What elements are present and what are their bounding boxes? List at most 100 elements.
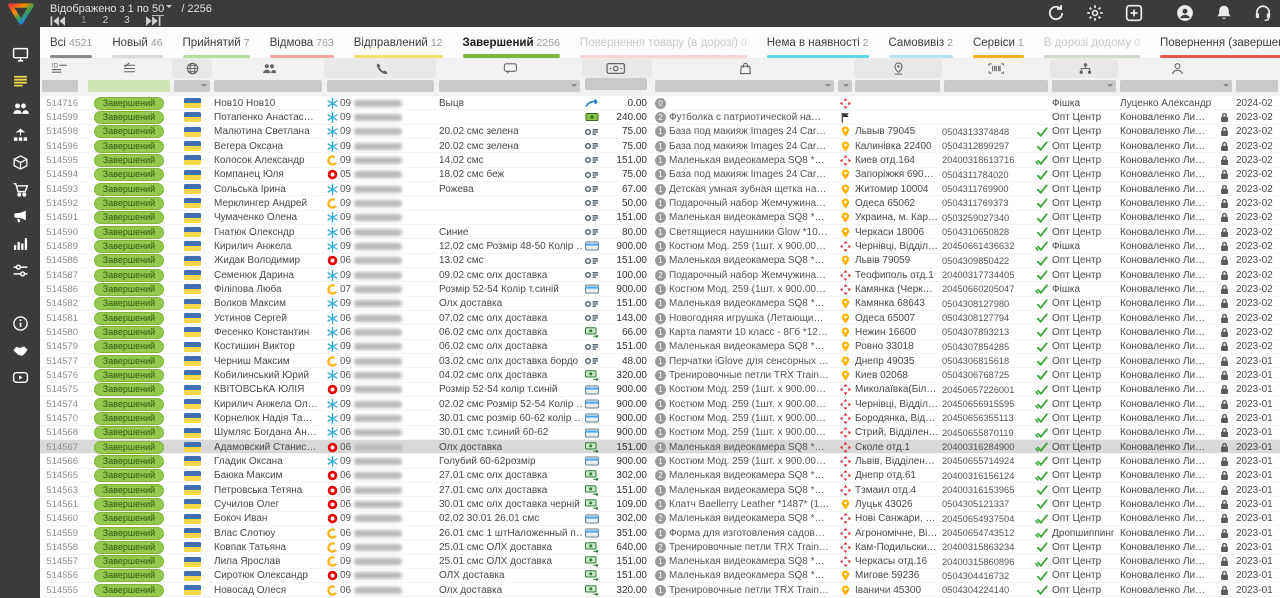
order-row[interactable]: 514580ЗавершенийФесенко Константин0606.0…: [40, 325, 1280, 339]
order-row[interactable]: 514594ЗавершенийКомпанец Юля0518.02 смс …: [40, 168, 1280, 182]
column-header-payment[interactable]: [582, 59, 652, 78]
filter-input-payment[interactable]: [585, 78, 647, 90]
order-row[interactable]: 514599ЗавершенийПотапенко Анастас…09240.…: [40, 110, 1280, 124]
filter-input-id[interactable]: [42, 80, 78, 92]
tab-сервіси[interactable]: Сервіси1: [963, 27, 1034, 58]
order-row[interactable]: 514579ЗавершенийКостишин Виктор0906.02 с…: [40, 340, 1280, 354]
filter-input-status[interactable]: [88, 80, 170, 92]
order-row[interactable]: 514716ЗавершенийНов10 Нов1009Выцв0.000Фі…: [40, 96, 1280, 110]
column-header-products[interactable]: [652, 59, 836, 78]
user-profile-icon[interactable]: [1176, 4, 1194, 22]
page-number-1[interactable]: 1: [81, 15, 87, 26]
order-row[interactable]: 514591ЗавершенийЧумаченко Олена09151.001…: [40, 211, 1280, 225]
app-logo-icon[interactable]: [6, 2, 36, 25]
order-row[interactable]: 514568ЗавершенийШумляс Богдана Ан…0630.0…: [40, 426, 1280, 440]
sidebar-item-orders-list[interactable]: [0, 68, 40, 95]
order-row[interactable]: 514592ЗавершенийМерклингер Андрей0950.00…: [40, 196, 1280, 210]
tab-прийнятий[interactable]: Прийнятий7: [173, 27, 260, 58]
order-row[interactable]: 514561ЗавершенийСучилов Олег0630.01 смс …: [40, 497, 1280, 511]
sidebar-item-cart[interactable]: [0, 176, 40, 203]
order-row[interactable]: 514559ЗавершенийВлас Слотюу0626.01 смс 1…: [40, 526, 1280, 540]
sidebar-item-statistics[interactable]: [0, 230, 40, 257]
tab-всі[interactable]: Всі4521: [40, 27, 102, 58]
column-header-status[interactable]: [86, 59, 172, 78]
tab-відмова[interactable]: Відмова763: [260, 27, 344, 58]
page-number-3[interactable]: 3: [124, 15, 130, 26]
sidebar-item-marketing[interactable]: [0, 203, 40, 230]
filter-input-phone[interactable]: [327, 80, 434, 92]
order-row[interactable]: 514574ЗавершенийКирилич Анжела Ол…0902.0…: [40, 397, 1280, 411]
sidebar-item-partners[interactable]: [0, 337, 40, 364]
column-header-source[interactable]: [1050, 59, 1118, 78]
page-number-2[interactable]: 2: [103, 15, 109, 26]
order-row[interactable]: 514581ЗавершенийУстинов Сергей0607.02 см…: [40, 311, 1280, 325]
support-headset-icon[interactable]: [1254, 4, 1272, 22]
add-order-icon[interactable]: [1125, 4, 1143, 22]
sidebar-item-video-tutorials[interactable]: [0, 364, 40, 391]
sidebar-item-customers[interactable]: [0, 95, 40, 122]
order-row[interactable]: 514577ЗавершенийЧерниш Максим0903.02 смс…: [40, 354, 1280, 368]
column-header-customer[interactable]: [212, 59, 324, 78]
filter-input-customer[interactable]: [214, 80, 322, 92]
filter-input-products[interactable]: [655, 80, 834, 92]
column-header-date[interactable]: [1234, 59, 1280, 78]
order-row[interactable]: 514565ЗавершенийБаюка Максим0627.01 смс …: [40, 469, 1280, 483]
tab-повернення-товару-в-дорозі-[interactable]: Повернення товару (в дорозі)0: [570, 27, 757, 58]
filter-input-source[interactable]: [1052, 80, 1116, 92]
order-row[interactable]: 514576ЗавершенийКобилинський Юрий0604.02…: [40, 368, 1280, 382]
order-row[interactable]: 514557ЗавершенийЛила Ярослав0925.01 смс …: [40, 555, 1280, 569]
tab-в-дорозі-додому[interactable]: В дорозі додому0: [1034, 27, 1150, 58]
order-row[interactable]: 514560ЗавершенийБокоч Иван0902.02 30.01 …: [40, 512, 1280, 526]
notifications-bell-icon[interactable]: [1215, 4, 1233, 22]
tab-відправлений[interactable]: Відправлений12: [344, 27, 453, 58]
tab-завершений[interactable]: Завершений2256: [453, 27, 570, 58]
filter-input-manager[interactable]: [1120, 80, 1232, 92]
column-header-phone[interactable]: [324, 59, 436, 78]
order-row[interactable]: 514570ЗавершенийКорнелюк Надія Та…0930.0…: [40, 411, 1280, 425]
order-row[interactable]: 514566ЗавершенийГладик Оксана09Голубий 6…: [40, 454, 1280, 468]
column-header-delivery[interactable]: [836, 59, 854, 78]
column-header-comment[interactable]: [436, 59, 582, 78]
tab-нема-в-наявності[interactable]: Нема в наявності2: [757, 27, 879, 58]
last-page-button[interactable]: [146, 16, 161, 26]
order-row[interactable]: 514558ЗавершенийКовпак Татьяна0925.01 см…: [40, 540, 1280, 554]
sidebar-item-monitor[interactable]: [0, 41, 40, 68]
refresh-icon[interactable]: [1047, 4, 1065, 22]
order-row[interactable]: 514567ЗавершенийАдамовский Станис…06Олх …: [40, 440, 1280, 454]
tab-новый[interactable]: Новый46: [102, 27, 172, 58]
column-header-region[interactable]: [172, 59, 212, 78]
order-row[interactable]: 514588ЗавершенийЖидак Володимир0613.02 с…: [40, 254, 1280, 268]
filter-input-date[interactable]: [1236, 80, 1278, 92]
order-row[interactable]: 514596ЗавершенийВегера Оксана0920.02 смс…: [40, 139, 1280, 153]
order-row[interactable]: 514595ЗавершенийКолосок Александр0914.02…: [40, 153, 1280, 167]
order-row[interactable]: 514556ЗавершенийСиротюк Олександр09ОЛХ д…: [40, 569, 1280, 583]
order-row[interactable]: 514587ЗавершенийСеменюк Дарина0909.02 см…: [40, 268, 1280, 282]
order-row[interactable]: 514586ЗавершенийФіліпова Люба07Розмір 52…: [40, 282, 1280, 296]
sidebar-item-structure[interactable]: [0, 122, 40, 149]
order-row[interactable]: 514590ЗавершенийГнатюк Олексндр06Синие80…: [40, 225, 1280, 239]
column-header-id[interactable]: ID: [40, 59, 86, 78]
order-row[interactable]: 514563ЗавершенийПетровська Тетяна0627.01…: [40, 483, 1280, 497]
column-header-address[interactable]: [854, 59, 942, 78]
order-row[interactable]: 514582ЗавершенийВолков Максим09Олх доста…: [40, 297, 1280, 311]
filter-input-region[interactable]: [174, 80, 210, 92]
settings-gear-icon[interactable]: [1086, 4, 1104, 22]
tab-самовивіз[interactable]: Самовивіз2: [879, 27, 963, 58]
first-page-button[interactable]: [50, 16, 65, 26]
sidebar-item-info[interactable]: [0, 310, 40, 337]
filter-input-comment[interactable]: [439, 80, 580, 92]
sidebar-item-products[interactable]: [0, 149, 40, 176]
filter-input-address[interactable]: [855, 80, 940, 92]
order-row[interactable]: 514598ЗавершенийМалютина Светлана0920.02…: [40, 125, 1280, 139]
order-row[interactable]: 514555ЗавершенийНовосад Олеся06Олх доста…: [40, 583, 1280, 597]
order-row[interactable]: 514575ЗавершенийКВІТОВСЬКА ЮЛІЯ09Розмір …: [40, 383, 1280, 397]
sidebar-item-integrations[interactable]: [0, 257, 40, 284]
tab-повернення-завершений-[interactable]: Повернення (завершений)125: [1150, 27, 1280, 58]
filter-input-delivery[interactable]: [838, 80, 852, 92]
order-row[interactable]: 514593ЗавершенийСольська Ірина09Рожева67…: [40, 182, 1280, 196]
column-header-tracking[interactable]: [942, 59, 1050, 78]
filter-input-tracking[interactable]: [944, 80, 1048, 92]
column-header-manager[interactable]: [1118, 59, 1234, 78]
per-page-caret-icon[interactable]: [166, 5, 172, 11]
order-row[interactable]: 514589ЗавершенийКирилич Анжела0912.02 см…: [40, 239, 1280, 253]
